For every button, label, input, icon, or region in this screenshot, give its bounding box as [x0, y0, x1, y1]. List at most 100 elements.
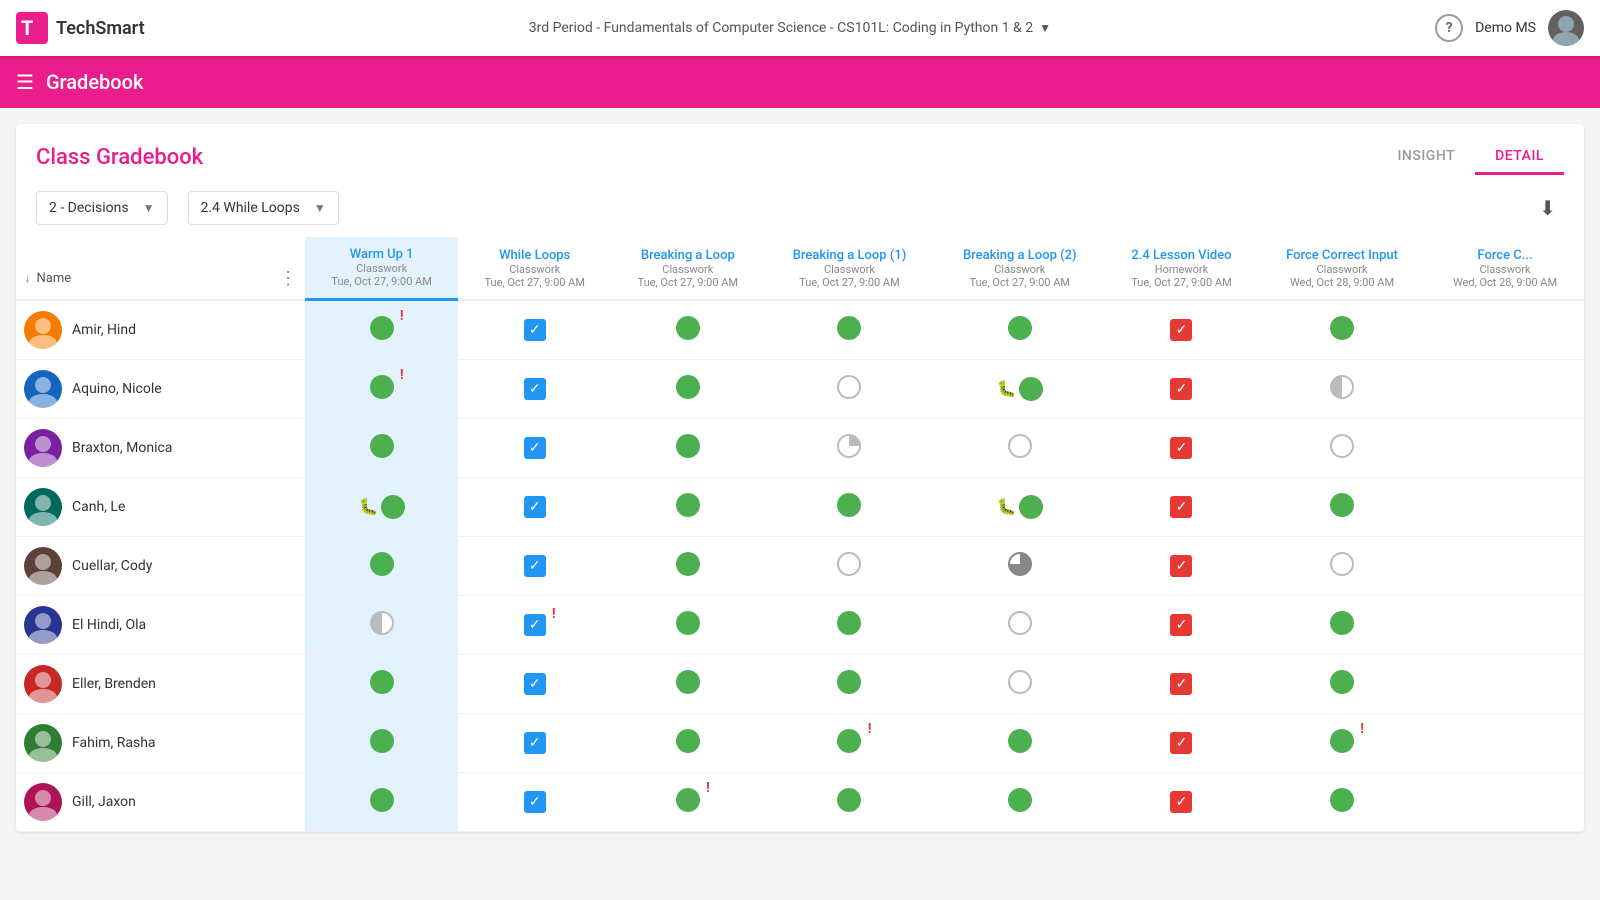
unit-filter-dropdown[interactable]: 2 - Decisions ▼ — [36, 191, 168, 225]
help-button[interactable]: ? — [1435, 14, 1463, 42]
green-circle-icon — [1008, 729, 1032, 753]
gradebook-header: Class Gradebook INSIGHT DETAIL — [16, 124, 1584, 183]
techsmart-logo-icon: T — [16, 12, 48, 44]
exclaim-icon: ! — [868, 721, 872, 737]
grade-cell: ✓! — [458, 595, 611, 654]
grade-cell: ✓ — [1105, 477, 1258, 536]
green-circle-icon — [1330, 729, 1354, 753]
grade-cell — [611, 359, 764, 418]
more-options-icon[interactable]: ⋮ — [279, 268, 297, 289]
cell-content: ✓ — [1170, 437, 1192, 459]
grade-cell — [611, 654, 764, 713]
user-name: Demo MS — [1475, 20, 1536, 36]
table-header-row: ↓ Name ⋮ Warm Up 1 Classwork Tue, Oct 27… — [16, 237, 1584, 300]
logo-text: TechSmart — [56, 18, 145, 39]
lesson-filter-label: 2.4 While Loops — [201, 200, 300, 216]
cell-content — [370, 434, 394, 458]
download-button[interactable]: ⬇ — [1531, 192, 1564, 224]
grade-cell: ✓ — [458, 536, 611, 595]
col-title-force-correct: Force Correct Input — [1286, 248, 1398, 263]
gradebook-table-container[interactable]: ↓ Name ⋮ Warm Up 1 Classwork Tue, Oct 27… — [16, 237, 1584, 832]
cell-content: ! — [676, 788, 700, 812]
cell-content — [837, 670, 861, 694]
tab-insight[interactable]: INSIGHT — [1377, 140, 1475, 175]
student-name-label: Aquino, Nicole — [72, 381, 162, 397]
half-circle-icon — [370, 611, 394, 635]
grade-cell: ✓ — [458, 300, 611, 360]
checkbox-blue-icon: ✓ — [524, 791, 546, 813]
cell-content: ! — [370, 375, 394, 399]
cell-content — [676, 670, 700, 694]
tab-detail[interactable]: DETAIL — [1475, 140, 1564, 175]
checkbox-blue-icon: ✓ — [524, 614, 546, 636]
gradebook-title: Class Gradebook — [36, 145, 203, 170]
cell-content — [676, 493, 700, 517]
col-header-breaking-loop-2: Breaking a Loop (2) Classwork Tue, Oct 2… — [935, 237, 1105, 300]
grade-cell: 🐛 — [935, 359, 1105, 418]
student-name-cell: Braxton, Monica — [16, 418, 305, 477]
cell-content — [1008, 316, 1032, 340]
course-title-area[interactable]: 3rd Period - Fundamentals of Computer Sc… — [529, 20, 1051, 36]
view-tabs: INSIGHT DETAIL — [1377, 140, 1564, 175]
lesson-filter-dropdown[interactable]: 2.4 While Loops ▼ — [188, 191, 339, 225]
table-row: Aquino, Nicole !✓🐛✓ — [16, 359, 1584, 418]
cell-content — [837, 611, 861, 635]
grade-cell: ! — [611, 772, 764, 831]
cell-content: ✓ — [1170, 555, 1192, 577]
cell-content: ✓ — [524, 555, 546, 577]
student-name-label: Fahim, Rasha — [72, 735, 156, 751]
student-info: Gill, Jaxon — [24, 783, 297, 821]
table-row: Eller, Brenden ✓✓ — [16, 654, 1584, 713]
student-avatar — [24, 606, 62, 644]
grade-cell: ✓ — [1105, 654, 1258, 713]
avatar[interactable] — [1548, 10, 1584, 46]
grade-cell — [1258, 300, 1426, 360]
table-row: Gill, Jaxon ✓! ✓ — [16, 772, 1584, 831]
empty-circle-icon — [1330, 434, 1354, 458]
grade-cell — [935, 654, 1105, 713]
cell-content — [370, 670, 394, 694]
student-avatar — [24, 724, 62, 762]
checkbox-blue-icon: ✓ — [524, 496, 546, 518]
logo-area: T TechSmart — [16, 12, 145, 44]
hamburger-menu[interactable]: ☰ — [16, 70, 34, 94]
grade-cell — [1426, 418, 1584, 477]
half-circle-icon — [1330, 375, 1354, 399]
green-circle-icon — [1330, 493, 1354, 517]
student-avatar — [24, 370, 62, 408]
cell-content — [1008, 729, 1032, 753]
grade-cell — [611, 300, 764, 360]
col-title-breaking-loop-2: Breaking a Loop (2) — [963, 248, 1077, 263]
exclaim-icon: ! — [400, 308, 404, 324]
grade-cell — [1258, 359, 1426, 418]
grade-cell — [305, 418, 458, 477]
col-subtitle-breaking-loop: Classwork — [619, 263, 756, 276]
cell-content: ✓ — [1170, 319, 1192, 341]
col-header-force-correct: Force Correct Input Classwork Wed, Oct 2… — [1258, 237, 1426, 300]
grade-cell — [935, 300, 1105, 360]
cell-content — [1008, 434, 1032, 458]
student-info: Fahim, Rasha — [24, 724, 297, 762]
cell-content: ✓ — [524, 791, 546, 813]
cell-content: 🐛 — [997, 495, 1043, 519]
cell-content: ✓ — [1170, 732, 1192, 754]
col-date-lesson-video: Tue, Oct 27, 9:00 AM — [1113, 276, 1250, 289]
grade-cell: ✓ — [1105, 772, 1258, 831]
student-info: Canh, Le — [24, 488, 297, 526]
green-circle-icon — [1008, 316, 1032, 340]
empty-circle-icon — [837, 552, 861, 576]
table-row: Cuellar, Cody ✓✓ — [16, 536, 1584, 595]
grade-cell: ✓ — [458, 359, 611, 418]
cell-content — [1330, 788, 1354, 812]
cell-content — [1008, 670, 1032, 694]
three-quarter-circle-icon — [1008, 552, 1032, 576]
grade-cell — [611, 595, 764, 654]
green-circle-icon — [370, 729, 394, 753]
grade-cell — [305, 772, 458, 831]
table-row: Fahim, Rasha ✓!✓! — [16, 713, 1584, 772]
exclaim-icon: ! — [400, 367, 404, 383]
cell-content: ! — [837, 729, 861, 753]
green-circle-icon — [676, 375, 700, 399]
col-header-breaking-loop: Breaking a Loop Classwork Tue, Oct 27, 9… — [611, 237, 764, 300]
col-subtitle-force-correct: Classwork — [1266, 263, 1418, 276]
